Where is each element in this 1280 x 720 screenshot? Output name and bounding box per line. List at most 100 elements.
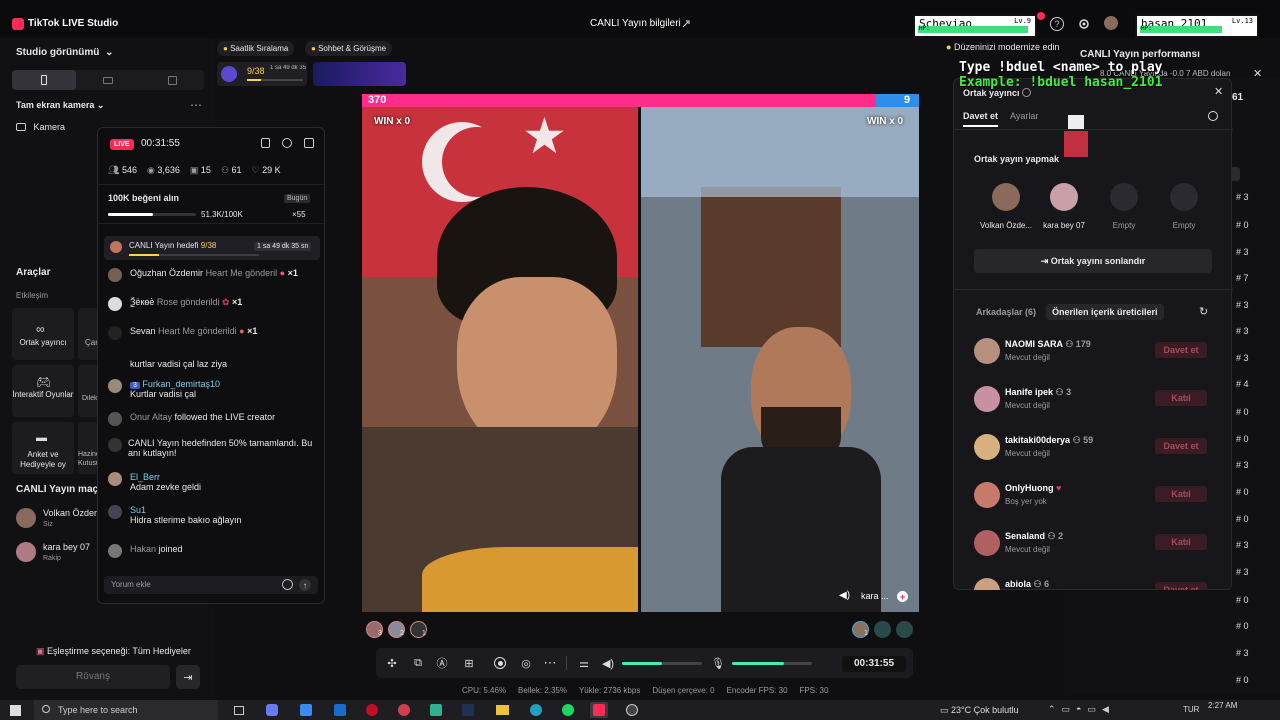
event-banner[interactable] <box>313 62 406 86</box>
chat-message[interactable]: Hakan joined <box>108 544 318 558</box>
friend-row[interactable]: NAOMI SARA ⚇ 179 Mevcut değil Davet et <box>974 336 1219 376</box>
tool-poll[interactable]: ▬ Anket ve Hediyeyle oy <box>12 422 74 474</box>
join-button[interactable]: Katıl <box>1155 486 1207 502</box>
cohost-slot[interactable]: kara bey 07 <box>1034 183 1094 233</box>
screen-share-icon[interactable]: ⧉ <box>410 655 426 671</box>
hourly-ranking-pill[interactable]: ● Saatlik Sıralama <box>217 41 295 56</box>
chat-message[interactable]: Su1 Hidra stlerime bakıo ağlayın <box>108 505 318 525</box>
clock[interactable]: 2:27 AM <box>1208 701 1237 710</box>
cohost-slot[interactable]: Volkan Özde... <box>976 183 1036 233</box>
camera-source[interactable]: Kamera <box>16 122 65 132</box>
friend-row[interactable]: abiola ⚇ 6 Davet et <box>974 576 1219 590</box>
tab-invite[interactable]: Davet et <box>963 111 999 127</box>
spotify-icon[interactable] <box>562 704 574 716</box>
popout-icon[interactable] <box>304 138 314 148</box>
lock-icon[interactable] <box>261 138 270 148</box>
friend-row[interactable]: takitaki00derya ⚇ 59 Mevcut değil Davet … <box>974 432 1219 472</box>
volume-icon[interactable]: ◀) <box>839 590 850 601</box>
ai-icon[interactable]: Ⓐ <box>434 655 450 671</box>
invite-button[interactable]: Davet et <box>1155 582 1207 590</box>
end-cohost-button[interactable]: ⇥ Ortak yayını sonlandır <box>974 249 1212 273</box>
chat-message[interactable]: 3 Furkan_demirtaş10 Kurtlar vadisi çal <box>108 379 318 399</box>
obs-icon[interactable] <box>626 704 638 716</box>
close-icon[interactable]: ✕ <box>1214 85 1223 98</box>
app-icon[interactable] <box>462 704 474 716</box>
scene-dropdown[interactable]: Tam ekran kamera ⌄ <box>16 100 104 111</box>
microphone-icon[interactable]: 🎙︎ <box>710 655 726 671</box>
outlook-icon[interactable] <box>334 704 346 716</box>
app-icon[interactable] <box>430 704 442 716</box>
file-explorer-icon[interactable] <box>496 705 509 715</box>
add-icon[interactable]: + <box>897 591 908 602</box>
live-info-title[interactable]: CANLI Yayın bilgileri <box>590 18 681 29</box>
modernize-banner[interactable]: ● Düzeninizi modernize edin <box>946 42 1060 52</box>
friend-row[interactable]: Senaland ⚇ 2 Mevcut değil Katıl <box>974 528 1219 568</box>
edge-icon[interactable] <box>530 704 542 716</box>
chat-message[interactable]: El_Berr Adam zevke geldi <box>108 472 318 492</box>
stream-goal-row[interactable]: CANLI Yayın hedefi 9/38 1 sa 49 dk 35 sn <box>104 236 320 260</box>
exit-match-icon[interactable]: ⇥ <box>176 665 200 689</box>
mic-volume-slider[interactable] <box>732 662 812 665</box>
effects-icon[interactable]: ✣ <box>384 655 400 671</box>
match-opponent-2[interactable]: kara bey 07 Rakip <box>16 540 98 566</box>
app-icon[interactable] <box>366 704 378 716</box>
chat-message[interactable]: Ѯёкѳѐ Rose gönderildi ✿ ×1 <box>108 297 318 311</box>
landscape-layout-icon[interactable] <box>76 70 140 90</box>
task-view-icon[interactable] <box>234 706 244 715</box>
chat-message[interactable]: kurtlar vadisi çal laz ziya <box>108 359 318 369</box>
windows-start-icon[interactable] <box>10 705 21 716</box>
chat-message[interactable]: Sevan Heart Me gönderildi ● ×1 <box>108 326 318 340</box>
tab-friends[interactable]: Arkadaşlar (6) <box>976 307 1036 317</box>
system-tray-icons[interactable]: ⌃▭◓▭◀ <box>1048 704 1115 715</box>
tool-treasure[interactable]: Hazine Kutusu <box>78 422 98 474</box>
tool-cohost[interactable]: ∞ Ortak yayıncı <box>12 308 74 360</box>
tab-suggested[interactable]: Önerilen içerik üreticileri <box>1046 304 1164 320</box>
friend-row[interactable]: OnlyHuong ♥ Boş yer yok Katıl <box>974 480 1219 520</box>
chat-message[interactable]: Onur Altay followed the LIVE creator <box>108 412 318 426</box>
comment-input[interactable]: Yorum ekle ↑ <box>104 576 318 594</box>
tool-interactive-games[interactable]: 🎮︎ İnteraktif Oyunlar <box>12 365 74 417</box>
chat-message[interactable]: Oğuzhan Özdemir Heart Me gönderil ● ×1 <box>108 268 318 282</box>
speaker-volume-slider[interactable] <box>622 662 702 665</box>
browser-icon[interactable] <box>398 704 410 716</box>
invite-button[interactable]: Davet et <box>1155 438 1207 454</box>
tool-wheel[interactable]: Çarkı <box>78 308 104 360</box>
taskbar-search[interactable]: Type here to search <box>34 700 218 720</box>
mixer-icon[interactable]: ⚌ <box>576 655 592 671</box>
more-icon[interactable]: ⋯ <box>542 655 558 671</box>
cohost-slot[interactable]: Empty <box>1154 183 1214 233</box>
tab-settings[interactable]: Ayarlar <box>1010 111 1038 121</box>
search-icon[interactable] <box>1208 111 1218 121</box>
speaker-icon[interactable]: ◀) <box>600 655 616 671</box>
dual-layout-icon[interactable] <box>140 70 204 90</box>
chat-meet-pill[interactable]: ● Sohbet & Görüşme <box>305 41 393 56</box>
capture-icon[interactable]: ◎ <box>518 655 534 671</box>
record-icon[interactable] <box>492 655 508 671</box>
copilot-icon[interactable] <box>266 704 278 716</box>
more-options-icon[interactable]: ⋯ <box>190 98 202 112</box>
join-button[interactable]: Katıl <box>1155 534 1207 550</box>
user-avatar[interactable] <box>1104 16 1118 30</box>
help-icon[interactable]: ? <box>1050 17 1064 31</box>
stream-goal-pill[interactable]: 9/38 1 sa 49 dk 35 sn <box>217 62 307 86</box>
pairing-option[interactable]: ▣ Eşleştirme seçeneği: Tüm Hediyeler <box>36 646 191 657</box>
weather-widget[interactable]: ▭ 23°C Çok bulutlu <box>940 705 1019 716</box>
friend-row[interactable]: Hanife ipek ⚇ 3 Mevcut değil Katıl <box>974 384 1219 424</box>
close-icon[interactable]: ✕ <box>1253 67 1262 80</box>
emoji-icon[interactable] <box>282 579 293 590</box>
store-icon[interactable] <box>300 704 312 716</box>
send-icon[interactable]: ↑ <box>299 579 311 591</box>
settings-icon[interactable] <box>1077 17 1091 31</box>
tool-wishes[interactable]: Dileklerin <box>78 365 98 417</box>
rematch-button[interactable]: Rövanş <box>16 665 170 689</box>
gear-icon[interactable] <box>282 138 292 148</box>
portrait-layout-icon[interactable] <box>12 70 76 90</box>
share-icon[interactable] <box>682 18 693 29</box>
add-scene-icon[interactable]: ⊞ <box>461 655 477 671</box>
language-indicator[interactable]: TUR <box>1183 705 1199 714</box>
tiktok-live-icon[interactable] <box>590 702 608 718</box>
refresh-icon[interactable]: ↻ <box>1199 305 1208 318</box>
join-button[interactable]: Katıl <box>1155 390 1207 406</box>
studio-view-dropdown[interactable]: Studio görünümü ⌄ <box>16 47 114 58</box>
cohost-slot[interactable]: Empty <box>1094 183 1154 233</box>
